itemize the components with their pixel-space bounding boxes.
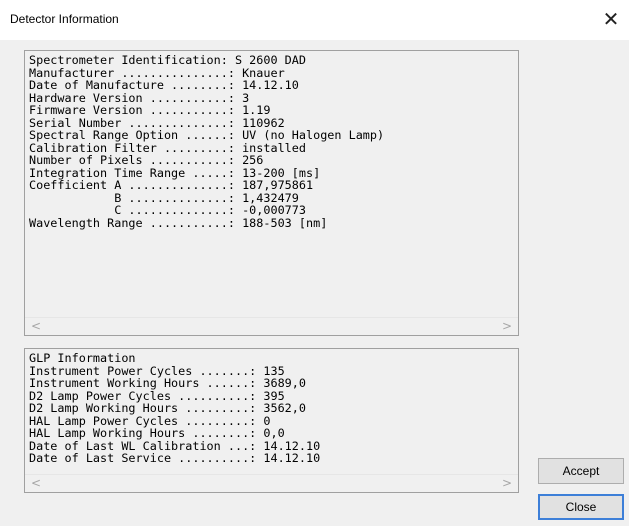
scroll-left-icon[interactable]: < xyxy=(29,477,43,490)
scroll-right-icon[interactable]: > xyxy=(500,320,514,333)
close-icon[interactable]: ✕ xyxy=(599,6,623,34)
detector-info-content: Spectrometer Identification: S 2600 DAD … xyxy=(29,54,514,317)
detector-horizontal-scrollbar[interactable]: < > xyxy=(25,317,518,335)
glp-info-content: GLP Information Instrument Power Cycles … xyxy=(29,352,514,474)
glp-info-text: GLP Information Instrument Power Cycles … xyxy=(29,352,321,465)
scroll-right-icon[interactable]: > xyxy=(500,477,514,490)
glp-info-panel[interactable]: GLP Information Instrument Power Cycles … xyxy=(24,348,519,493)
scroll-left-icon[interactable]: < xyxy=(29,320,43,333)
close-button[interactable]: Close xyxy=(538,494,624,520)
glp-horizontal-scrollbar[interactable]: < > xyxy=(25,474,518,492)
detector-info-panel[interactable]: Spectrometer Identification: S 2600 DAD … xyxy=(24,50,519,336)
accept-button[interactable]: Accept xyxy=(538,458,624,484)
window-title: Detector Information xyxy=(10,12,119,26)
title-bar: Detector Information ✕ xyxy=(0,0,629,40)
detector-info-text: Spectrometer Identification: S 2600 DAD … xyxy=(29,54,385,230)
